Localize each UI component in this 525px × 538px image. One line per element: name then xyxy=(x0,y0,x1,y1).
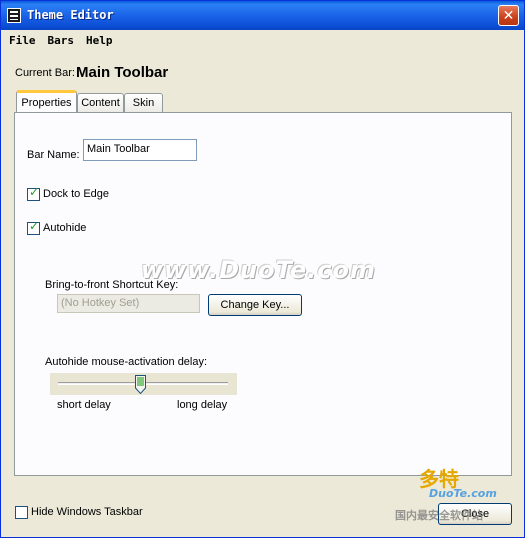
watermark-logo-line2: DuoTe.com xyxy=(429,487,497,500)
autohide-label: Autohide xyxy=(43,222,87,234)
menu-bars[interactable]: Bars xyxy=(44,34,79,47)
hide-taskbar-label: Hide Windows Taskbar xyxy=(31,506,143,518)
watermark-logo-line3: 国内最安全软件站 xyxy=(395,509,483,522)
checkmark-icon: ✓ xyxy=(29,219,40,233)
long-delay-label: long delay xyxy=(177,399,228,411)
watermark-text: www.DuoTe.com xyxy=(141,256,376,284)
current-bar-label: Current Bar: xyxy=(15,67,75,79)
close-icon: ✕ xyxy=(502,7,515,24)
hide-taskbar-checkbox[interactable] xyxy=(15,506,28,519)
autohide-delay-label: Autohide mouse-activation delay: xyxy=(45,356,208,368)
dock-to-edge-label: Dock to Edge xyxy=(43,188,110,200)
checkmark-icon: ✓ xyxy=(29,185,40,199)
title-bar[interactable]: Theme Editor ✕ xyxy=(1,1,524,30)
theme-editor-window: Theme Editor ✕ File Bars Help Current Ba… xyxy=(0,0,525,538)
shortcut-key-field: (No Hotkey Set) xyxy=(57,294,200,313)
change-key-button[interactable]: Change Key... xyxy=(208,294,302,316)
tab-content[interactable]: Content xyxy=(77,93,124,112)
bar-name-label: Bar Name: xyxy=(27,149,80,161)
window-close-button[interactable]: ✕ xyxy=(498,5,519,26)
bar-name-input[interactable]: Main Toolbar xyxy=(83,139,197,161)
film-icon xyxy=(7,8,21,23)
autohide-checkbox[interactable]: ✓ xyxy=(27,219,40,235)
slider-thumb-icon[interactable] xyxy=(135,375,146,394)
current-bar-value: Main Toolbar xyxy=(76,64,169,81)
tab-skin[interactable]: Skin xyxy=(124,93,163,112)
watermark-logo: 多特 DuoTe.com 国内最安全软件站 xyxy=(389,459,519,523)
window-title: Theme Editor xyxy=(27,8,114,22)
tab-properties[interactable]: Properties xyxy=(16,90,77,112)
short-delay-label: short delay xyxy=(57,399,111,411)
menu-bar: File Bars Help xyxy=(1,30,524,50)
dock-to-edge-checkbox[interactable]: ✓ xyxy=(27,185,40,201)
menu-help[interactable]: Help xyxy=(82,34,117,47)
menu-file[interactable]: File xyxy=(5,34,40,47)
